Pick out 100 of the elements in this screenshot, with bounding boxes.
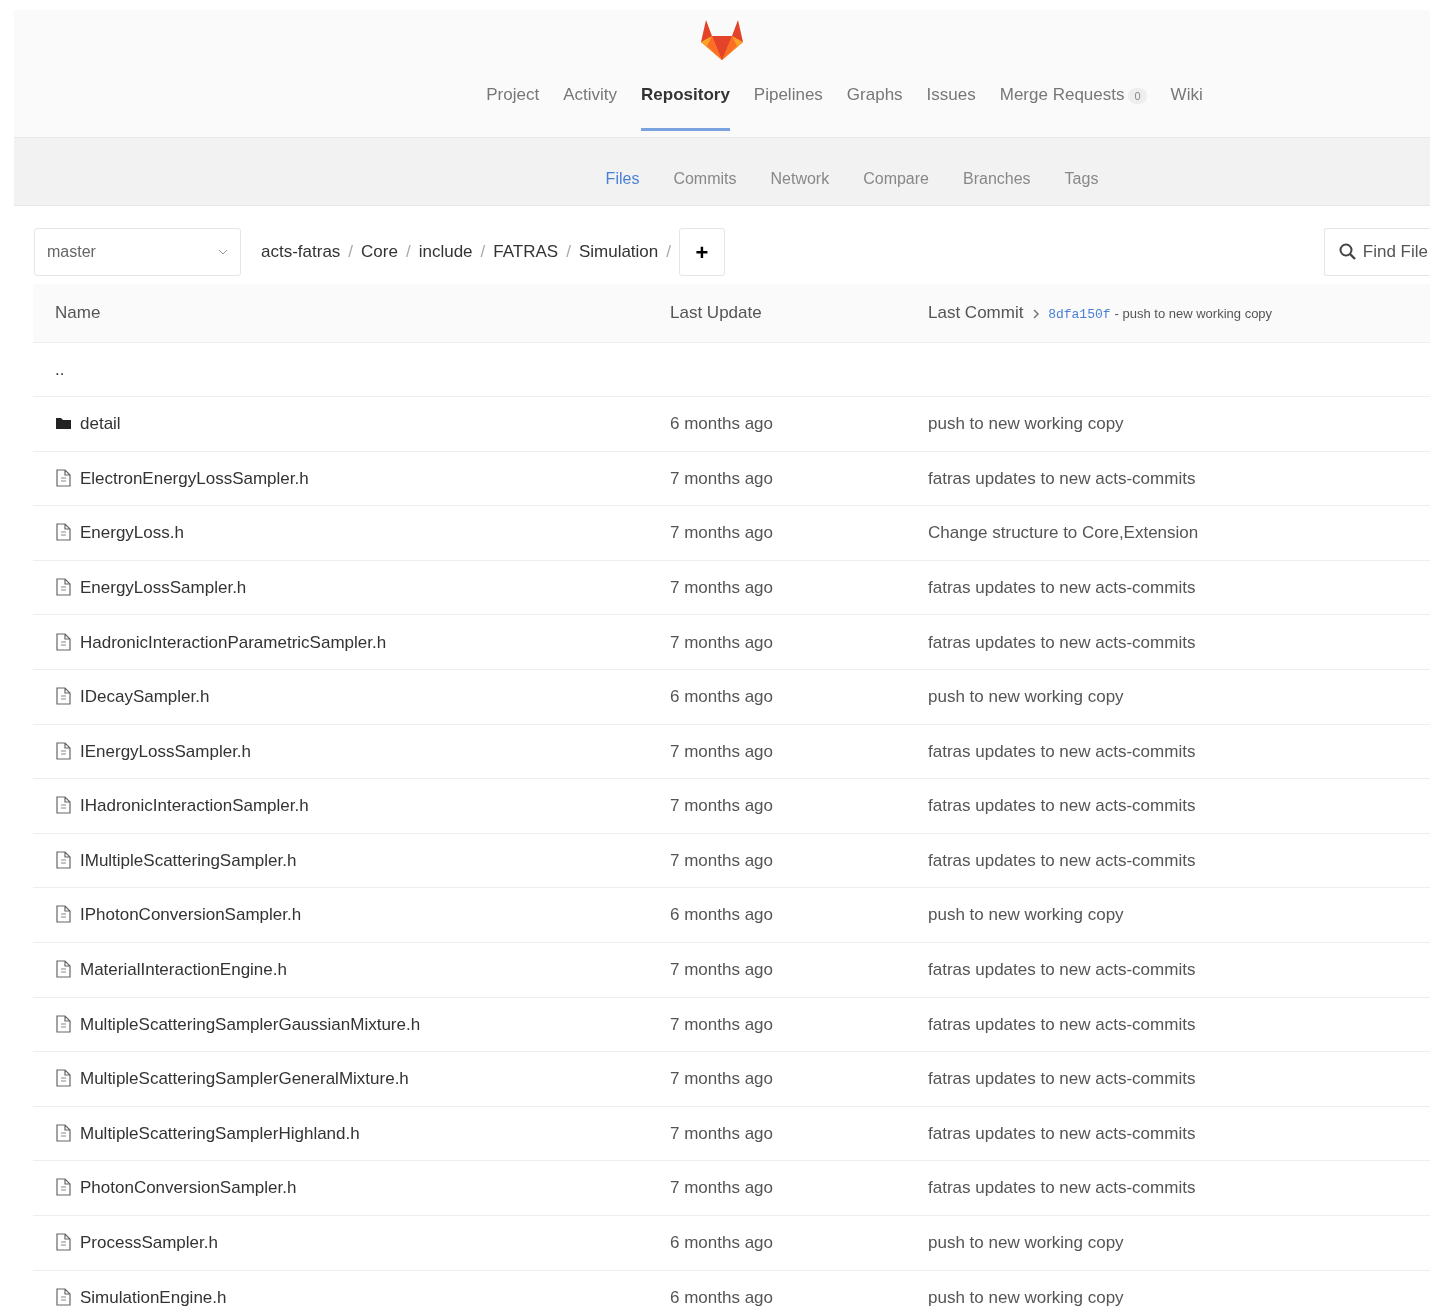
commit-link[interactable]: fatras updates to new acts-commits [928, 632, 1196, 652]
file-icon [55, 1233, 72, 1252]
nav-tab[interactable]: Merge Requests 0 [999, 82, 1147, 131]
commit-link[interactable]: push to new working copy [928, 687, 1124, 707]
count-badge: 0 [1128, 88, 1147, 104]
commit-link[interactable]: fatras updates to new acts-commits [928, 1069, 1196, 1089]
update-time: 6 months ago [670, 687, 773, 707]
commit-link[interactable]: push to new working copy [928, 905, 1124, 925]
branch-name: master [47, 242, 96, 262]
update-time: 7 months ago [670, 796, 773, 816]
nav-tab[interactable]: Activity [563, 82, 618, 131]
file-link[interactable]: IEnergyLossSampler.h [80, 741, 252, 761]
file-icon [55, 468, 72, 487]
nav-tab[interactable]: Pipelines [753, 82, 823, 131]
update-time: 7 months ago [670, 577, 773, 597]
commit-link[interactable]: push to new working copy [928, 1287, 1124, 1307]
update-time: 7 months ago [670, 1178, 773, 1198]
file-icon [55, 741, 72, 760]
commit-link[interactable]: push to new working copy [928, 414, 1124, 434]
nav-tab[interactable]: Issues [926, 82, 976, 131]
file-link[interactable]: MultipleScatteringSamplerHighland.h [80, 1123, 360, 1143]
file-icon [55, 1069, 72, 1088]
file-link[interactable]: PhotonConversionSampler.h [80, 1178, 297, 1198]
file-link[interactable]: EnergyLossSampler.h [80, 577, 247, 597]
file-icon [55, 850, 72, 869]
caret-icon [218, 249, 228, 255]
column-header: Last Update [670, 284, 928, 342]
breadcrumb-link[interactable]: Core [361, 239, 398, 265]
file-icon [55, 523, 72, 542]
column-header: Last Commit [928, 303, 1024, 322]
update-time: 7 months ago [670, 741, 773, 761]
file-link[interactable]: HadronicInteractionParametricSampler.h [80, 632, 387, 652]
commit-link[interactable]: fatras updates to new acts-commits [928, 850, 1196, 870]
update-time: 7 months ago [670, 632, 773, 652]
file-link[interactable]: IHadronicInteractionSampler.h [80, 796, 309, 816]
tab-label: Merge Requests [999, 85, 1125, 104]
update-time: 6 months ago [670, 414, 773, 434]
file-link[interactable]: MaterialInteractionEngine.h [80, 960, 287, 980]
separator: / [348, 241, 354, 264]
breadcrumb-link[interactable]: include [418, 239, 473, 265]
update-time: 7 months ago [670, 850, 773, 870]
file-link[interactable]: ElectronEnergyLossSampler.h [80, 468, 309, 488]
commit-link[interactable]: fatras updates to new acts-commits [928, 1178, 1196, 1198]
commit-link[interactable]: fatras updates to new acts-commits [928, 468, 1196, 488]
file-icon [55, 1287, 72, 1306]
update-time: 7 months ago [670, 523, 773, 543]
breadcrumb-link[interactable]: Simulation [578, 239, 659, 265]
update-time: 7 months ago [670, 1123, 773, 1143]
find-file-button[interactable]: Find File [1323, 228, 1430, 276]
search-icon [1338, 243, 1357, 261]
commit-link[interactable]: fatras updates to new acts-commits [928, 960, 1196, 980]
chevron-icon [1032, 307, 1041, 320]
separator: / [666, 241, 671, 264]
file-icon [55, 960, 72, 979]
commit-link[interactable]: fatras updates to new acts-commits [928, 1123, 1196, 1143]
file-icon [55, 796, 72, 815]
update-time: 7 months ago [670, 1069, 773, 1089]
file-link[interactable]: MultipleScatteringSamplerGaussianMixture.h [80, 1014, 421, 1034]
file-icon [55, 1123, 72, 1142]
file-link[interactable]: MultipleScatteringSamplerGeneralMixture.h [80, 1069, 409, 1089]
commit-link[interactable]: Change structure to Core,Extension [928, 523, 1199, 543]
commit-link[interactable]: fatras updates to new acts-commits [928, 577, 1196, 597]
file-icon [55, 905, 72, 924]
update-time: 7 months ago [670, 960, 773, 980]
update-time: 6 months ago [670, 1287, 773, 1307]
column-header: Name [33, 284, 670, 342]
update-time: 7 months ago [670, 1014, 773, 1034]
file-link[interactable]: IPhotonConversionSampler.h [80, 905, 302, 925]
file-link[interactable]: ProcessSampler.h [80, 1233, 218, 1253]
file-link[interactable]: IDecaySampler.h [80, 687, 210, 707]
separator: / [405, 241, 411, 264]
commit-link[interactable]: fatras updates to new acts-commits [928, 741, 1196, 761]
file-link[interactable]: SimulationEngine.h [80, 1287, 227, 1307]
nav-tab[interactable]: Project [486, 82, 540, 131]
commit-link[interactable]: fatras updates to new acts-commits [928, 1014, 1196, 1034]
file-icon [55, 577, 72, 596]
file-icon [55, 1178, 72, 1197]
nav-tab[interactable]: Repository [641, 82, 730, 131]
file-link[interactable]: EnergyLoss.h [80, 523, 184, 543]
folder-link[interactable]: detail [80, 414, 121, 434]
breadcrumb-link[interactable]: FATRAS [493, 239, 559, 265]
commit-link[interactable]: fatras updates to new acts-commits [928, 796, 1196, 816]
separator: / [480, 241, 486, 264]
parent-directory-link[interactable]: .. [55, 359, 65, 379]
commit-link[interactable]: push to new working copy [928, 1233, 1124, 1253]
commit-message: - push to new working copy [1114, 306, 1273, 321]
branch-dropdown[interactable]: master [34, 228, 241, 276]
file-icon [55, 632, 72, 651]
file-icon [55, 1014, 72, 1033]
nav-tab[interactable]: Graphs [846, 82, 903, 131]
add-button[interactable]: + [679, 228, 725, 276]
separator: / [566, 241, 571, 264]
file-icon [55, 687, 72, 706]
subnav-tab[interactable]: Files [599, 138, 646, 205]
update-time: 6 months ago [670, 905, 773, 925]
update-time: 7 months ago [670, 468, 773, 488]
commit-sha-link[interactable]: 8dfa150f [1048, 307, 1111, 322]
nav-tab[interactable]: Wiki [1170, 82, 1203, 131]
file-link[interactable]: IMultipleScatteringSampler.h [80, 850, 297, 870]
breadcrumb-link[interactable]: acts-fatras [261, 239, 341, 265]
